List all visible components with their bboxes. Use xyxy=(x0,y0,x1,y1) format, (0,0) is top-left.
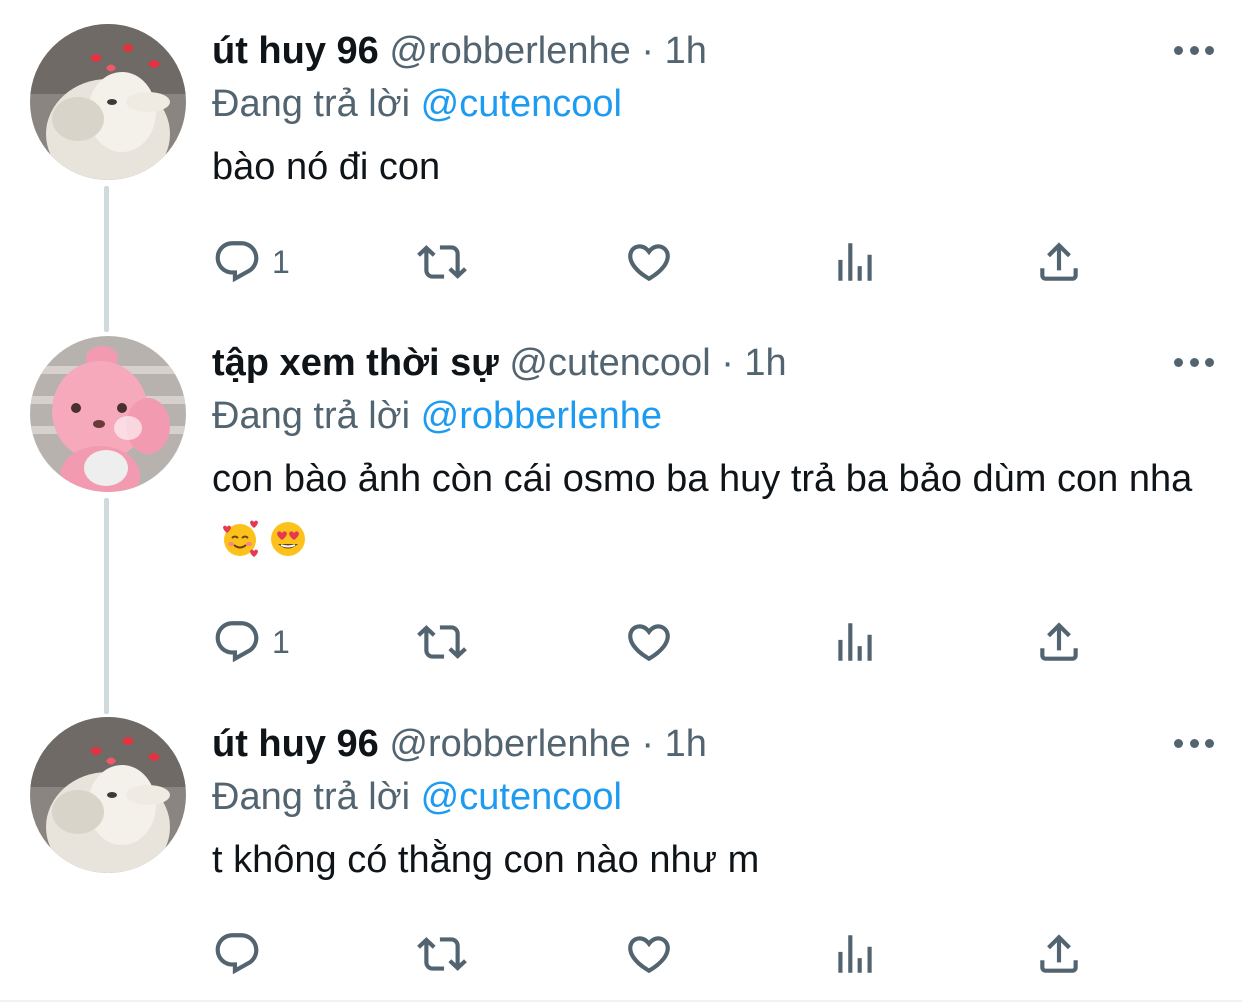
thread-line xyxy=(104,498,109,714)
tweet-text: t không có thằng con nào như m xyxy=(212,839,760,881)
replying-to: Đang trả lời @robberlenhe xyxy=(212,390,1222,442)
retweet-button[interactable] xyxy=(417,612,467,672)
share-button[interactable] xyxy=(1034,924,1084,984)
retweet-icon xyxy=(417,245,467,279)
like-button[interactable] xyxy=(624,612,674,672)
timestamp[interactable]: 1h xyxy=(744,342,786,384)
replying-prefix: Đang trả lời xyxy=(212,83,411,125)
like-button[interactable] xyxy=(624,232,674,292)
share-icon xyxy=(1040,934,1078,973)
reply-button[interactable]: 1 xyxy=(212,232,290,292)
replying-to: Đang trả lời @cutencool xyxy=(212,771,1222,823)
heart-icon xyxy=(628,936,670,974)
action-bar: 1 xyxy=(212,232,1092,292)
analytics-button[interactable] xyxy=(830,924,880,984)
reply-button[interactable] xyxy=(212,924,272,984)
more-icon[interactable] xyxy=(1174,723,1214,763)
display-name[interactable]: tập xem thời sự xyxy=(212,342,499,384)
share-button[interactable] xyxy=(1034,232,1084,292)
display-name[interactable]: út huy 96 xyxy=(212,723,379,765)
handle[interactable]: @robberlenhe xyxy=(389,30,630,72)
reply-count: 1 xyxy=(272,623,290,660)
tweet-text: con bào ảnh còn cái osmo ba huy trả ba b… xyxy=(212,448,1212,572)
share-icon xyxy=(1040,622,1078,661)
analytics-button[interactable] xyxy=(830,612,880,672)
separator: · xyxy=(721,342,734,384)
like-button[interactable] xyxy=(624,924,674,984)
retweet-button[interactable] xyxy=(417,924,467,984)
timestamp[interactable]: 1h xyxy=(665,30,707,72)
action-bar: 1 xyxy=(212,612,1092,672)
tweet-header: út huy 96 @robberlenhe · 1h xyxy=(212,24,1222,78)
avatar[interactable] xyxy=(30,336,186,492)
tweet-text-content: con bào ảnh còn cái osmo ba huy trả ba b… xyxy=(212,458,1193,500)
analytics-icon xyxy=(838,623,872,661)
reply-icon xyxy=(215,241,259,283)
separator: · xyxy=(641,30,654,72)
thread-line xyxy=(104,186,109,332)
avatar[interactable] xyxy=(30,717,186,873)
pink-bear-avatar-icon xyxy=(30,336,186,492)
reply-count: 1 xyxy=(272,243,290,280)
avatar[interactable] xyxy=(30,24,186,180)
display-name[interactable]: út huy 96 xyxy=(212,30,379,72)
share-button[interactable] xyxy=(1034,612,1084,672)
goat-avatar-icon xyxy=(30,717,186,873)
reply-button[interactable]: 1 xyxy=(212,612,290,672)
retweet-icon xyxy=(417,937,467,971)
handle[interactable]: @robberlenhe xyxy=(389,723,630,765)
analytics-button[interactable] xyxy=(830,232,880,292)
timestamp[interactable]: 1h xyxy=(665,723,707,765)
heart-icon xyxy=(628,624,670,662)
heart-icon xyxy=(628,244,670,282)
divider xyxy=(0,1000,1242,1002)
analytics-icon xyxy=(838,243,872,281)
reply-icon xyxy=(215,621,259,663)
retweet-icon xyxy=(417,625,467,659)
separator: · xyxy=(641,723,654,765)
analytics-icon xyxy=(838,935,872,973)
tweet-header: tập xem thời sự @cutencool · 1h xyxy=(212,336,1222,390)
smiling-face-with-hearts-icon xyxy=(223,520,258,557)
heart-eyes-icon xyxy=(271,522,305,556)
retweet-button[interactable] xyxy=(417,232,467,292)
tweet-text: bào nó đi con xyxy=(212,146,441,188)
handle[interactable]: @cutencool xyxy=(509,342,710,384)
replying-prefix: Đang trả lời xyxy=(212,776,411,818)
mention-link[interactable]: @cutencool xyxy=(421,776,622,818)
more-icon[interactable] xyxy=(1174,30,1214,70)
replying-to: Đang trả lời @cutencool xyxy=(212,78,1222,130)
action-bar xyxy=(212,924,1092,984)
reply-icon xyxy=(215,933,259,975)
goat-avatar-icon xyxy=(30,24,186,180)
mention-link[interactable]: @robberlenhe xyxy=(421,395,662,437)
mention-link[interactable]: @cutencool xyxy=(421,83,622,125)
share-icon xyxy=(1040,242,1078,281)
tweet-header: út huy 96 @robberlenhe · 1h xyxy=(212,717,1222,771)
replying-prefix: Đang trả lời xyxy=(212,395,411,437)
more-icon[interactable] xyxy=(1174,342,1214,382)
